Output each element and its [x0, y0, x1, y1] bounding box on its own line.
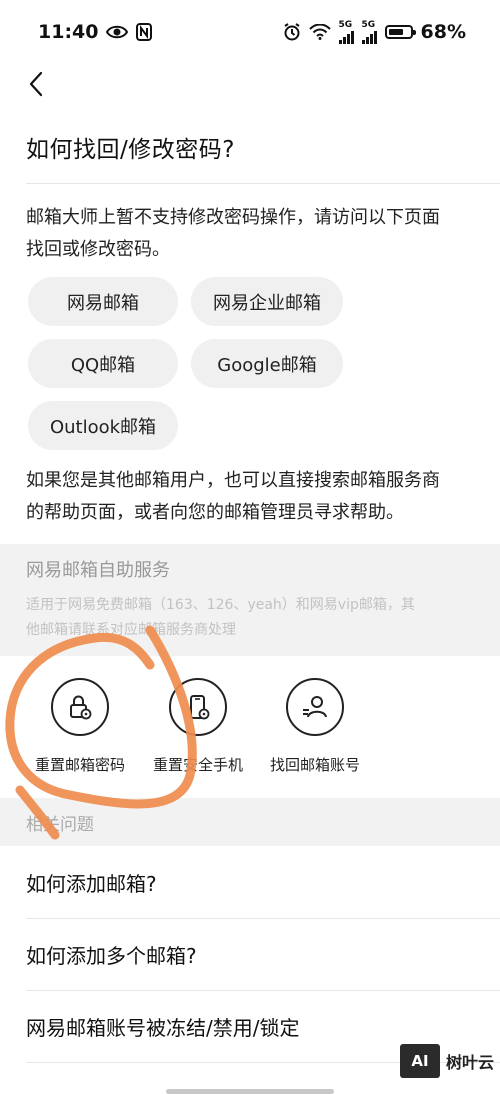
- intro-line-2: 找回或修改密码。: [26, 239, 170, 260]
- network-type: 5G: [338, 20, 353, 30]
- intro-line-1: 邮箱大师上暂不支持修改密码操作，请访问以下页面: [26, 207, 440, 228]
- reset-phone-label: 重置安全手机: [152, 756, 243, 774]
- self-service-desc-line-1: 适用于网易免费邮箱（163、126、yeah）和网易vip邮箱，其: [26, 597, 415, 613]
- self-service-actions: 重置邮箱密码 重置安全手机 找回邮箱账号: [0, 678, 500, 788]
- signal-bars-2-icon: [361, 30, 377, 44]
- faq-item-add-mailbox[interactable]: 如何添加邮箱?: [26, 868, 500, 897]
- signal-bars-icon: [338, 30, 354, 44]
- battery-icon: [384, 25, 416, 39]
- chip-outlook-mail[interactable]: Outlook邮箱: [28, 401, 178, 450]
- home-indicator[interactable]: [166, 1089, 334, 1094]
- wifi-icon: [308, 24, 331, 40]
- faq-divider-2: [26, 990, 500, 991]
- status-left: 11:40: [38, 21, 153, 43]
- reset-phone-button[interactable]: 重置安全手机: [138, 678, 258, 775]
- watermark-badge: AI: [399, 1044, 440, 1078]
- status-time: 11:40: [38, 21, 99, 43]
- chip-netease-enterprise-mail[interactable]: 网易企业邮箱: [191, 277, 343, 326]
- chip-qq-mail[interactable]: QQ邮箱: [28, 339, 178, 388]
- chevron-left-icon: [29, 71, 43, 97]
- outro-line-2: 的帮助页面，或者向您的邮箱管理员寻求帮助。: [26, 502, 404, 523]
- status-bar: 11:40 5G 5G 68%: [0, 0, 500, 64]
- faq-item-add-multiple-mailboxes[interactable]: 如何添加多个邮箱?: [26, 940, 500, 969]
- self-service-desc: 适用于网易免费邮箱（163、126、yeah）和网易vip邮箱，其 他邮箱请联系…: [26, 593, 480, 643]
- status-right: 5G 5G 68%: [283, 20, 466, 44]
- watermark: AI 树叶云: [399, 1044, 494, 1078]
- network-type-2: 5G: [361, 20, 376, 30]
- page-title: 如何找回/修改密码?: [26, 137, 235, 163]
- battery-percent: 68%: [420, 21, 466, 43]
- alarm-icon: [283, 23, 300, 41]
- related-title: 相关问题: [26, 815, 94, 835]
- reset-password-button[interactable]: 重置邮箱密码: [20, 678, 140, 775]
- outro-line-1: 如果您是其他邮箱用户，也可以直接搜索邮箱服务商: [26, 470, 440, 491]
- provider-chips: 网易邮箱 网易企业邮箱 QQ邮箱 Google邮箱 Outlook邮箱: [28, 277, 368, 450]
- signal-1: 5G: [338, 20, 354, 44]
- reset-password-circle: [51, 678, 109, 736]
- intro-text: 邮箱大师上暂不支持修改密码操作，请访问以下页面 找回或修改密码。: [26, 202, 476, 266]
- recover-account-circle: [286, 678, 344, 736]
- recover-account-button[interactable]: 找回邮箱账号: [255, 678, 375, 775]
- faq-divider-1: [26, 918, 500, 919]
- outro-text: 如果您是其他邮箱用户，也可以直接搜索邮箱服务商 的帮助页面，或者向您的邮箱管理员…: [26, 465, 476, 529]
- faq-item-account-frozen[interactable]: 网易邮箱账号被冻结/禁用/锁定: [26, 1012, 500, 1041]
- lock-icon: [70, 695, 92, 720]
- self-service-desc-line-2: 他邮箱请联系对应邮箱服务商处理: [26, 622, 236, 638]
- title-divider: [26, 183, 500, 184]
- recover-account-label: 找回邮箱账号: [269, 756, 360, 774]
- eye-icon: [106, 25, 129, 39]
- watermark-text: 树叶云: [445, 1053, 494, 1072]
- reset-phone-circle: [169, 678, 227, 736]
- back-button[interactable]: [18, 66, 54, 102]
- chip-netease-mail[interactable]: 网易邮箱: [28, 277, 178, 326]
- nfc-icon: [136, 23, 153, 41]
- chip-google-mail[interactable]: Google邮箱: [191, 339, 343, 388]
- battery-fill: [388, 29, 403, 35]
- signal-2: 5G: [361, 20, 377, 44]
- reset-password-label: 重置邮箱密码: [34, 756, 125, 774]
- user-icon: [303, 696, 327, 718]
- phone-icon: [190, 695, 210, 720]
- self-service-title: 网易邮箱自助服务: [26, 560, 170, 581]
